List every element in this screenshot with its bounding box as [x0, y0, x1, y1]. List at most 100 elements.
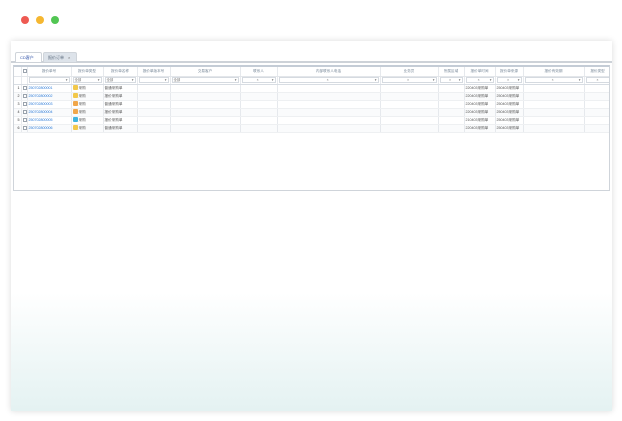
filter-input[interactable]: × ▾ [465, 77, 494, 83]
filter-input[interactable]: ▾ [28, 77, 70, 83]
table-row[interactable]: 3 250702800003 采购 普通采购单 220403采购单 250403采购单 [14, 100, 609, 109]
data-grid: 报价单号 报价单类型 报价单名称 报价单版本号 交易客户 联系人 内部联系人电话… [13, 65, 610, 191]
quote-source-cell: 250403采购单 [495, 84, 524, 93]
table-row[interactable]: 6 250702800006 采购 普通采购单 220403采购单 250403采购单 [14, 124, 609, 133]
tab-home-label: CD客户 [20, 55, 34, 60]
tab-quote-orders[interactable]: 报价订单 × [43, 52, 77, 62]
table-row[interactable]: 5 250702800005 采购 报价采购单 210403采购单 250403采购单 [14, 116, 609, 125]
select-all-checkbox[interactable] [22, 68, 26, 73]
filter-select[interactable]: 全部 ▾ [104, 77, 136, 83]
quote-name-cell: 普通采购单 [103, 124, 138, 133]
column-header[interactable]: 报价单来源 [495, 67, 524, 77]
minimize-window-icon[interactable] [36, 16, 44, 24]
quote-source-cell: 250403采购单 [495, 108, 524, 117]
quote-name-cell: 报价采购单 [103, 92, 138, 101]
row-checkbox[interactable] [22, 117, 26, 122]
tab-home[interactable]: CD客户 [15, 52, 42, 62]
column-header[interactable]: 报价单号 [27, 67, 72, 77]
quote-code-cell[interactable]: 250702800005 [27, 116, 72, 125]
filter-input[interactable]: × ▾ [524, 77, 583, 83]
quote-time-cell: 220403采购单 [464, 84, 496, 93]
filter-input[interactable]: × ▾ [439, 77, 463, 83]
column-header-rownum [14, 67, 22, 77]
row-select-cell[interactable] [21, 116, 28, 125]
quote-type-cell: 采购 [71, 84, 104, 93]
row-select-cell[interactable] [21, 124, 28, 133]
column-header[interactable]: 报价有效期 [523, 67, 585, 77]
quote-code-link[interactable]: 250702800001 [29, 86, 53, 90]
table-row[interactable]: 2 250702800002 采购 报价采购单 220403采购单 250403采购单 [14, 92, 609, 101]
column-header[interactable]: 交易客户 [170, 67, 241, 77]
row-number: 5 [14, 116, 22, 125]
column-header[interactable]: 联系人 [240, 67, 278, 77]
row-number: 2 [14, 92, 22, 101]
quote-time-cell: 210403采购单 [464, 116, 496, 125]
quote-type-cell: 采购 [71, 100, 104, 109]
quote-source-cell: 250403采购单 [495, 116, 524, 125]
row-checkbox[interactable] [22, 125, 26, 130]
filter-input[interactable]: × ▾ [381, 77, 437, 83]
column-header[interactable]: 所属区域 [438, 67, 465, 77]
quote-code-link[interactable]: 250702800003 [29, 102, 53, 106]
quote-time-cell: 220403采购单 [464, 108, 496, 117]
quote-type-cell: 采购 [71, 116, 104, 125]
quote-name-cell: 报价采购单 [103, 108, 138, 117]
row-select-cell[interactable] [21, 100, 28, 109]
quote-time-cell: 220403采购单 [464, 92, 496, 101]
row-checkbox[interactable] [22, 101, 26, 106]
quote-code-cell[interactable]: 250702800003 [27, 100, 72, 109]
column-header[interactable]: 报价单类型 [71, 67, 104, 77]
column-header[interactable]: 报价类型 [584, 67, 609, 77]
quote-source-cell: 250403采购单 [495, 100, 524, 109]
column-header[interactable]: 报价单时间 [464, 67, 496, 77]
row-number: 4 [14, 108, 22, 117]
filter-input[interactable]: × ▾ [241, 77, 276, 83]
quote-name-cell: 报价采购单 [103, 116, 138, 125]
window-controls [21, 16, 59, 24]
filter-input[interactable]: ▾ [138, 77, 169, 83]
quote-code-link[interactable]: 250702800006 [29, 126, 53, 130]
quote-code-cell[interactable]: 250702800006 [27, 124, 72, 133]
filter-input[interactable]: × ▾ [278, 77, 379, 83]
close-window-icon[interactable] [21, 16, 29, 24]
quote-code-cell[interactable]: 250702800001 [27, 84, 72, 93]
row-number: 6 [14, 124, 22, 133]
quote-time-cell: 220403采购单 [464, 100, 496, 109]
column-header[interactable]: 业务员 [380, 67, 439, 77]
quote-code-cell[interactable]: 250702800002 [27, 92, 72, 101]
quote-type-cell: 采购 [71, 92, 104, 101]
tab-quote-orders-label: 报价订单 [48, 55, 64, 60]
filter-select[interactable]: 全部 ▾ [171, 77, 239, 83]
tab-close-icon[interactable]: × [68, 55, 70, 60]
type-badge-icon [72, 101, 78, 107]
type-badge-icon [72, 109, 78, 115]
filter-input[interactable]: × ▾ [496, 77, 522, 83]
column-header[interactable]: 内部联系人电话 [277, 67, 381, 77]
row-select-cell[interactable] [21, 84, 28, 93]
type-badge-icon [72, 85, 78, 91]
row-checkbox[interactable] [22, 85, 26, 90]
quote-code-cell[interactable]: 250702800004 [27, 108, 72, 117]
column-header-select[interactable] [21, 67, 28, 77]
row-checkbox[interactable] [22, 93, 26, 98]
row-checkbox[interactable] [22, 109, 26, 114]
column-header[interactable]: 报价单名称 [103, 67, 138, 77]
quote-name-cell: 普通采购单 [103, 84, 138, 93]
quote-name-cell: 普通采购单 [103, 100, 138, 109]
quote-source-cell: 250403采购单 [495, 92, 524, 101]
row-select-cell[interactable] [21, 92, 28, 101]
filter-select[interactable]: 全部 ▾ [72, 77, 102, 83]
quote-code-link[interactable]: 250702800005 [29, 118, 53, 122]
table-row[interactable]: 4 250702800004 采购 报价采购单 220403采购单 250403采购单 [14, 108, 609, 117]
quote-source-cell: 250403采购单 [495, 124, 524, 133]
quote-code-link[interactable]: 250702800004 [29, 110, 53, 114]
table-row[interactable]: 1 250702800001 采购 普通采购单 220403采购单 250403采购单 [14, 84, 609, 93]
quote-type-cell: 采购 [71, 108, 104, 117]
column-header[interactable]: 报价单版本号 [137, 67, 171, 77]
row-select-cell[interactable] [21, 108, 28, 117]
row-number: 3 [14, 100, 22, 109]
filter-input[interactable]: × [585, 77, 609, 83]
quote-type-cell: 采购 [71, 124, 104, 133]
maximize-window-icon[interactable] [51, 16, 59, 24]
quote-code-link[interactable]: 250702800002 [29, 94, 53, 98]
